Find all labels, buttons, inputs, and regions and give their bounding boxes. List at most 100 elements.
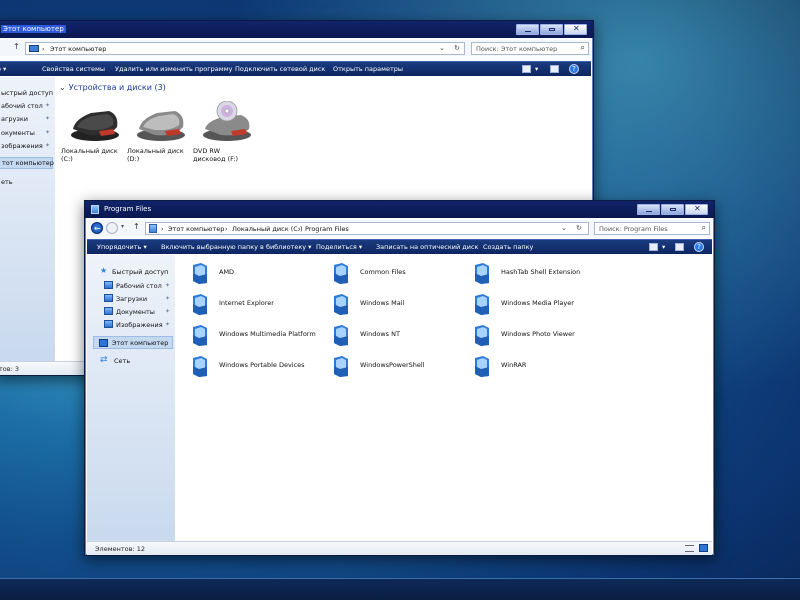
folder-name: Windows Photo Viewer: [501, 330, 575, 338]
search-input[interactable]: Поиск: Этот компьютер ⌕: [471, 42, 589, 55]
command-include-library[interactable]: Включить выбранную папку в библиотеку ▾: [161, 243, 311, 251]
hard-drive-icon: [137, 111, 185, 141]
history-dropdown-icon[interactable]: ▾: [121, 223, 124, 230]
folder-item[interactable]: HashTab Shell Extension: [473, 262, 613, 284]
nav-desktop[interactable]: Рабочий стол: [116, 282, 162, 290]
command-organize[interactable]: Упорядочить ▾: [97, 243, 147, 251]
view-icon[interactable]: [649, 243, 658, 251]
program-files-window: Program Files ✕ ← ▾ ↑ › Этот компьютер ›…: [84, 200, 715, 556]
folder-name: Internet Explorer: [219, 299, 274, 307]
nav-images[interactable]: Изображения: [116, 321, 163, 329]
folder-name: Windows NT: [360, 330, 400, 338]
breadcrumb-local-disk[interactable]: Локальный диск (C:): [232, 225, 303, 233]
nav-downloads[interactable]: агрузки: [1, 115, 28, 123]
maximize-button[interactable]: [540, 24, 563, 35]
folder-item[interactable]: WindowsPowerShell: [332, 355, 472, 377]
folders-view: AMD Common Files HashTab Shell Extension…: [175, 255, 709, 541]
view-dropdown-icon[interactable]: ▾: [662, 243, 665, 251]
preview-pane-icon[interactable]: [675, 243, 684, 251]
forward-button[interactable]: [106, 222, 118, 234]
folder-icon: [334, 263, 348, 284]
minimize-icon: [646, 211, 652, 212]
command-open-settings[interactable]: Открыть параметры: [333, 65, 403, 73]
folder-name: Windows Mail: [360, 299, 405, 307]
folder-item[interactable]: Windows Mail: [332, 293, 472, 315]
pin-icon: ✦: [45, 115, 51, 122]
refresh-icon[interactable]: ↻: [576, 224, 582, 232]
breadcrumb-this-pc[interactable]: Этот компьютер: [168, 225, 224, 233]
refresh-icon[interactable]: ↻: [454, 44, 460, 52]
dropdown-chevron-icon[interactable]: ⌄: [561, 224, 567, 232]
computer-icon: [99, 339, 108, 347]
network-icon: ⇄: [100, 355, 108, 365]
drive-letter: дисковод (F:): [193, 155, 239, 163]
large-icons-view-icon[interactable]: [699, 544, 708, 552]
folder-icon: [193, 325, 207, 346]
pin-icon: ✦: [45, 129, 51, 136]
folder-item[interactable]: WinRAR: [473, 355, 613, 377]
nav-network[interactable]: Сеть: [114, 357, 130, 365]
command-share[interactable]: Поделиться ▾: [316, 243, 362, 251]
folder-item[interactable]: Windows NT: [332, 324, 472, 346]
search-icon: ⌕: [580, 43, 585, 52]
nav-documents[interactable]: Документы: [116, 308, 155, 316]
search-input[interactable]: Поиск: Program Files ⌕: [594, 222, 710, 235]
help-icon[interactable]: ?: [694, 242, 704, 252]
folder-icon: [475, 294, 489, 315]
desktop-folder-icon: [104, 281, 113, 289]
nav-images[interactable]: зображения: [1, 142, 43, 150]
close-button[interactable]: ✕: [685, 204, 708, 215]
nav-desktop[interactable]: абочий стол: [1, 102, 43, 110]
this-pc-titlebar[interactable]: Этот компьютер ✕: [0, 21, 593, 38]
view-icon[interactable]: [522, 65, 531, 73]
details-view-icon[interactable]: [685, 545, 694, 552]
nav-quick-access[interactable]: ыстрый доступ: [1, 89, 53, 97]
drive-letter: (D:): [127, 155, 140, 163]
help-icon[interactable]: ?: [569, 64, 579, 74]
nav-this-pc[interactable]: тот компьютер: [0, 157, 54, 169]
view-dropdown-icon[interactable]: ▾: [535, 65, 538, 73]
devices-group-header[interactable]: ⌄ Устройства и диски (3): [59, 83, 166, 92]
preview-pane-icon[interactable]: [550, 65, 559, 73]
nav-quick-access[interactable]: Быстрый доступ: [112, 268, 168, 276]
address-bar[interactable]: › Этот компьютер › Локальный диск (C:) ›…: [145, 222, 589, 235]
up-arrow-icon[interactable]: ↑: [13, 42, 20, 51]
search-placeholder: Поиск: Program Files: [599, 225, 668, 233]
dropdown-chevron-icon[interactable]: ⌄: [439, 44, 445, 52]
breadcrumb-this-pc[interactable]: Этот компьютер: [50, 45, 106, 53]
folder-item[interactable]: Common Files: [332, 262, 472, 284]
command-map-drive[interactable]: Подключить сетевой диск: [235, 65, 325, 73]
drive-label: Локальный диск (D:): [127, 147, 187, 163]
command-arrow[interactable]: о ▾: [0, 65, 6, 73]
breadcrumb-program-files[interactable]: Program Files: [305, 225, 349, 233]
command-uninstall[interactable]: Удалить или изменить программу: [115, 65, 232, 73]
minimize-button[interactable]: [516, 24, 539, 35]
pin-icon: ✦: [45, 142, 51, 149]
folder-item[interactable]: Windows Media Player: [473, 293, 613, 315]
folder-item[interactable]: Windows Photo Viewer: [473, 324, 613, 346]
up-arrow-icon[interactable]: ↑: [133, 222, 140, 231]
program-files-titlebar[interactable]: Program Files ✕: [85, 201, 714, 218]
nav-downloads[interactable]: Загрузки: [116, 295, 147, 303]
nav-documents[interactable]: окументы: [1, 129, 35, 137]
folder-item[interactable]: Windows Portable Devices: [191, 355, 331, 377]
close-button[interactable]: ✕: [564, 24, 587, 35]
folder-icon: [193, 294, 207, 315]
folder-item[interactable]: Windows Multimedia Platform: [191, 324, 331, 346]
command-system-properties[interactable]: Свойства системы: [42, 65, 105, 73]
folder-name: Windows Multimedia Platform: [219, 330, 316, 338]
maximize-button[interactable]: [661, 204, 684, 215]
close-icon: ✕: [573, 24, 580, 33]
folder-name: WindowsPowerShell: [360, 361, 425, 369]
folder-item[interactable]: Internet Explorer: [191, 293, 331, 315]
nav-network[interactable]: еть: [1, 178, 13, 186]
nav-this-pc[interactable]: Этот компьютер: [93, 336, 173, 349]
back-button[interactable]: ←: [91, 222, 103, 234]
command-burn[interactable]: Записать на оптический диск: [376, 243, 478, 251]
folder-name: HashTab Shell Extension: [501, 268, 581, 276]
folder-name: AMD: [219, 268, 235, 276]
command-new-folder[interactable]: Создать папку: [483, 243, 533, 251]
address-bar[interactable]: › Этот компьютер ⌄ ↻: [25, 42, 465, 55]
minimize-button[interactable]: [637, 204, 660, 215]
folder-item[interactable]: AMD: [191, 262, 331, 284]
